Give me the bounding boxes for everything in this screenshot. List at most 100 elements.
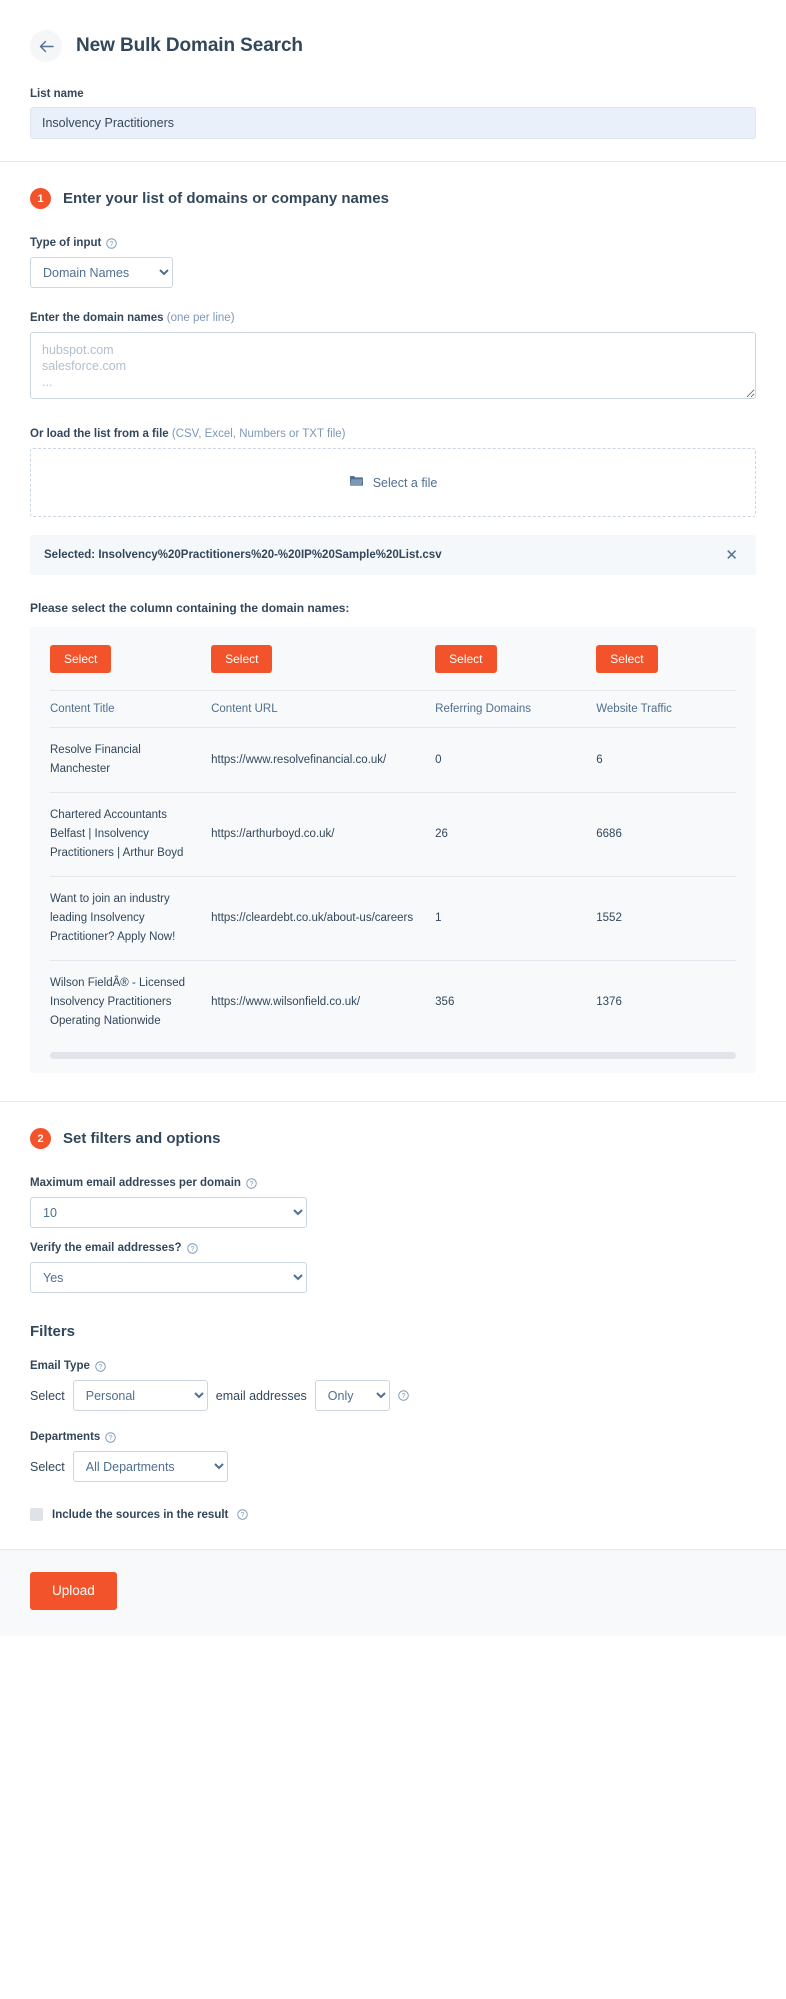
select-column-button-0[interactable]: Select: [50, 645, 111, 673]
step-1-header: 1 Enter your list of domains or company …: [30, 188, 756, 209]
list-name-input[interactable]: [30, 107, 756, 139]
upload-button[interactable]: Upload: [30, 1572, 117, 1610]
include-sources-row: Include the sources in the result ?: [30, 1508, 756, 1521]
departments-group: Departments ? Select All Departments: [30, 1431, 756, 1482]
svg-text:?: ?: [190, 1246, 194, 1253]
svg-text:?: ?: [109, 1435, 113, 1442]
file-load-label-row: Or load the list from a file (CSV, Excel…: [30, 428, 756, 440]
cell-1-0: Chartered Accountants Belfast | Insolven…: [50, 793, 211, 877]
table-scrollbar[interactable]: [50, 1052, 736, 1059]
step-1-section: 1 Enter your list of domains or company …: [0, 162, 786, 1101]
cell-3-1: https://www.wilsonfield.co.uk/: [211, 961, 435, 1045]
step-2-section: 2 Set filters and options Maximum email …: [0, 1102, 786, 1549]
table-horizontal-scroll[interactable]: Select Select Select Select Content Titl…: [30, 627, 756, 1044]
email-type-row: Select Personal email addresses Only ?: [30, 1380, 756, 1411]
type-of-input-group: Type of input ? Domain Names: [30, 237, 756, 288]
verify-emails-select[interactable]: Yes: [30, 1262, 307, 1293]
select-column-button-1[interactable]: Select: [211, 645, 272, 673]
table-row: Chartered Accountants Belfast | Insolven…: [50, 793, 736, 877]
help-circle-icon[interactable]: ?: [246, 1178, 257, 1189]
column-picker-table-wrap: Select Select Select Select Content Titl…: [30, 627, 756, 1073]
dropzone-label: Select a file: [373, 476, 438, 490]
back-button[interactable]: [30, 30, 62, 62]
arrow-left-icon: [39, 40, 54, 53]
help-circle-icon[interactable]: ?: [187, 1243, 198, 1254]
departments-label: Departments: [30, 1431, 100, 1443]
column-picker-table: Select Select Select Select Content Titl…: [50, 627, 736, 1044]
max-emails-group: Maximum email addresses per domain ? 10: [30, 1177, 756, 1228]
filters-title: Filters: [30, 1323, 756, 1340]
bulk-domain-search-page: New Bulk Domain Search List name 1 Enter…: [0, 0, 786, 1636]
close-icon[interactable]: ✕: [723, 546, 740, 565]
verify-emails-label-row: Verify the email addresses? ?: [30, 1242, 756, 1254]
folder-icon: [349, 474, 364, 492]
select-column-button-2[interactable]: Select: [435, 645, 496, 673]
cell-0-3: 6: [596, 728, 736, 793]
table-row: Want to join an industry leading Insolve…: [50, 877, 736, 961]
table-row: Wilson FieldÂ® - Licensed Insolvency Pra…: [50, 961, 736, 1045]
email-type-select[interactable]: Personal: [73, 1380, 208, 1411]
help-circle-icon[interactable]: ?: [237, 1509, 248, 1520]
file-dropzone[interactable]: Select a file: [30, 448, 756, 517]
departments-select[interactable]: All Departments: [73, 1451, 228, 1482]
max-emails-select[interactable]: 10: [30, 1197, 307, 1228]
page-footer: Upload: [0, 1549, 786, 1636]
page-title: New Bulk Domain Search: [76, 35, 303, 57]
cell-1-2: 26: [435, 793, 596, 877]
domain-names-label-hint: (one per line): [167, 312, 235, 324]
email-type-label: Email Type: [30, 1360, 90, 1372]
column-header-0: Content Title: [50, 691, 211, 728]
email-type-label-row: Email Type ?: [30, 1360, 756, 1372]
svg-text:?: ?: [401, 1393, 405, 1400]
cell-0-1: https://www.resolvefinancial.co.uk/: [211, 728, 435, 793]
cell-1-1: https://arthurboyd.co.uk/: [211, 793, 435, 877]
cell-1-3: 6686: [596, 793, 736, 877]
svg-text:?: ?: [110, 241, 114, 248]
select-cell-1: Select: [211, 627, 435, 691]
email-type-prefix: Select: [30, 1389, 65, 1403]
help-circle-icon[interactable]: ?: [95, 1361, 106, 1372]
cell-2-0: Want to join an industry leading Insolve…: [50, 877, 211, 961]
cell-2-1: https://cleardebt.co.uk/about-us/careers: [211, 877, 435, 961]
cell-0-2: 0: [435, 728, 596, 793]
departments-label-row: Departments ?: [30, 1431, 756, 1443]
selected-file-text: Selected: Insolvency%20Practitioners%20-…: [44, 549, 442, 561]
help-circle-icon[interactable]: ?: [105, 1432, 116, 1443]
type-of-input-select[interactable]: Domain Names: [30, 257, 173, 288]
select-cell-0: Select: [50, 627, 211, 691]
verify-emails-group: Verify the email addresses? ? Yes: [30, 1242, 756, 1293]
verify-emails-label: Verify the email addresses?: [30, 1242, 182, 1254]
table-row: Resolve Financial Manchester https://www…: [50, 728, 736, 793]
table-header-row: Content Title Content URL Referring Doma…: [50, 691, 736, 728]
domain-names-label: Enter the domain names (one per line): [30, 312, 235, 324]
list-name-block: List name: [0, 68, 786, 161]
departments-prefix: Select: [30, 1460, 65, 1474]
domain-names-textarea[interactable]: [30, 332, 756, 399]
cell-3-3: 1376: [596, 961, 736, 1045]
header-row: New Bulk Domain Search: [30, 24, 756, 68]
cell-3-2: 356: [435, 961, 596, 1045]
select-column-button-3[interactable]: Select: [596, 645, 657, 673]
file-load-label-hint: (CSV, Excel, Numbers or TXT file): [172, 428, 346, 440]
include-sources-checkbox[interactable]: [30, 1508, 43, 1521]
svg-text:?: ?: [98, 1364, 102, 1371]
step-1-title: Enter your list of domains or company na…: [63, 190, 389, 207]
departments-row: Select All Departments: [30, 1451, 756, 1482]
help-circle-icon[interactable]: ?: [106, 238, 117, 249]
svg-text:?: ?: [250, 1181, 254, 1188]
select-button-row: Select Select Select Select: [50, 627, 736, 691]
select-cell-2: Select: [435, 627, 596, 691]
cell-2-2: 1: [435, 877, 596, 961]
step-2-badge: 2: [30, 1128, 51, 1149]
column-header-1: Content URL: [211, 691, 435, 728]
select-cell-3: Select: [596, 627, 736, 691]
max-emails-label: Maximum email addresses per domain: [30, 1177, 241, 1189]
email-type-mode-select[interactable]: Only: [315, 1380, 390, 1411]
file-load-label: Or load the list from a file (CSV, Excel…: [30, 428, 346, 440]
email-type-group: Email Type ? Select Personal email addre…: [30, 1360, 756, 1411]
list-name-label: List name: [30, 88, 756, 100]
page-header: New Bulk Domain Search: [0, 0, 786, 68]
selected-file-bar: Selected: Insolvency%20Practitioners%20-…: [30, 535, 756, 575]
help-circle-icon[interactable]: ?: [398, 1390, 409, 1401]
type-of-input-label-row: Type of input ?: [30, 237, 756, 249]
